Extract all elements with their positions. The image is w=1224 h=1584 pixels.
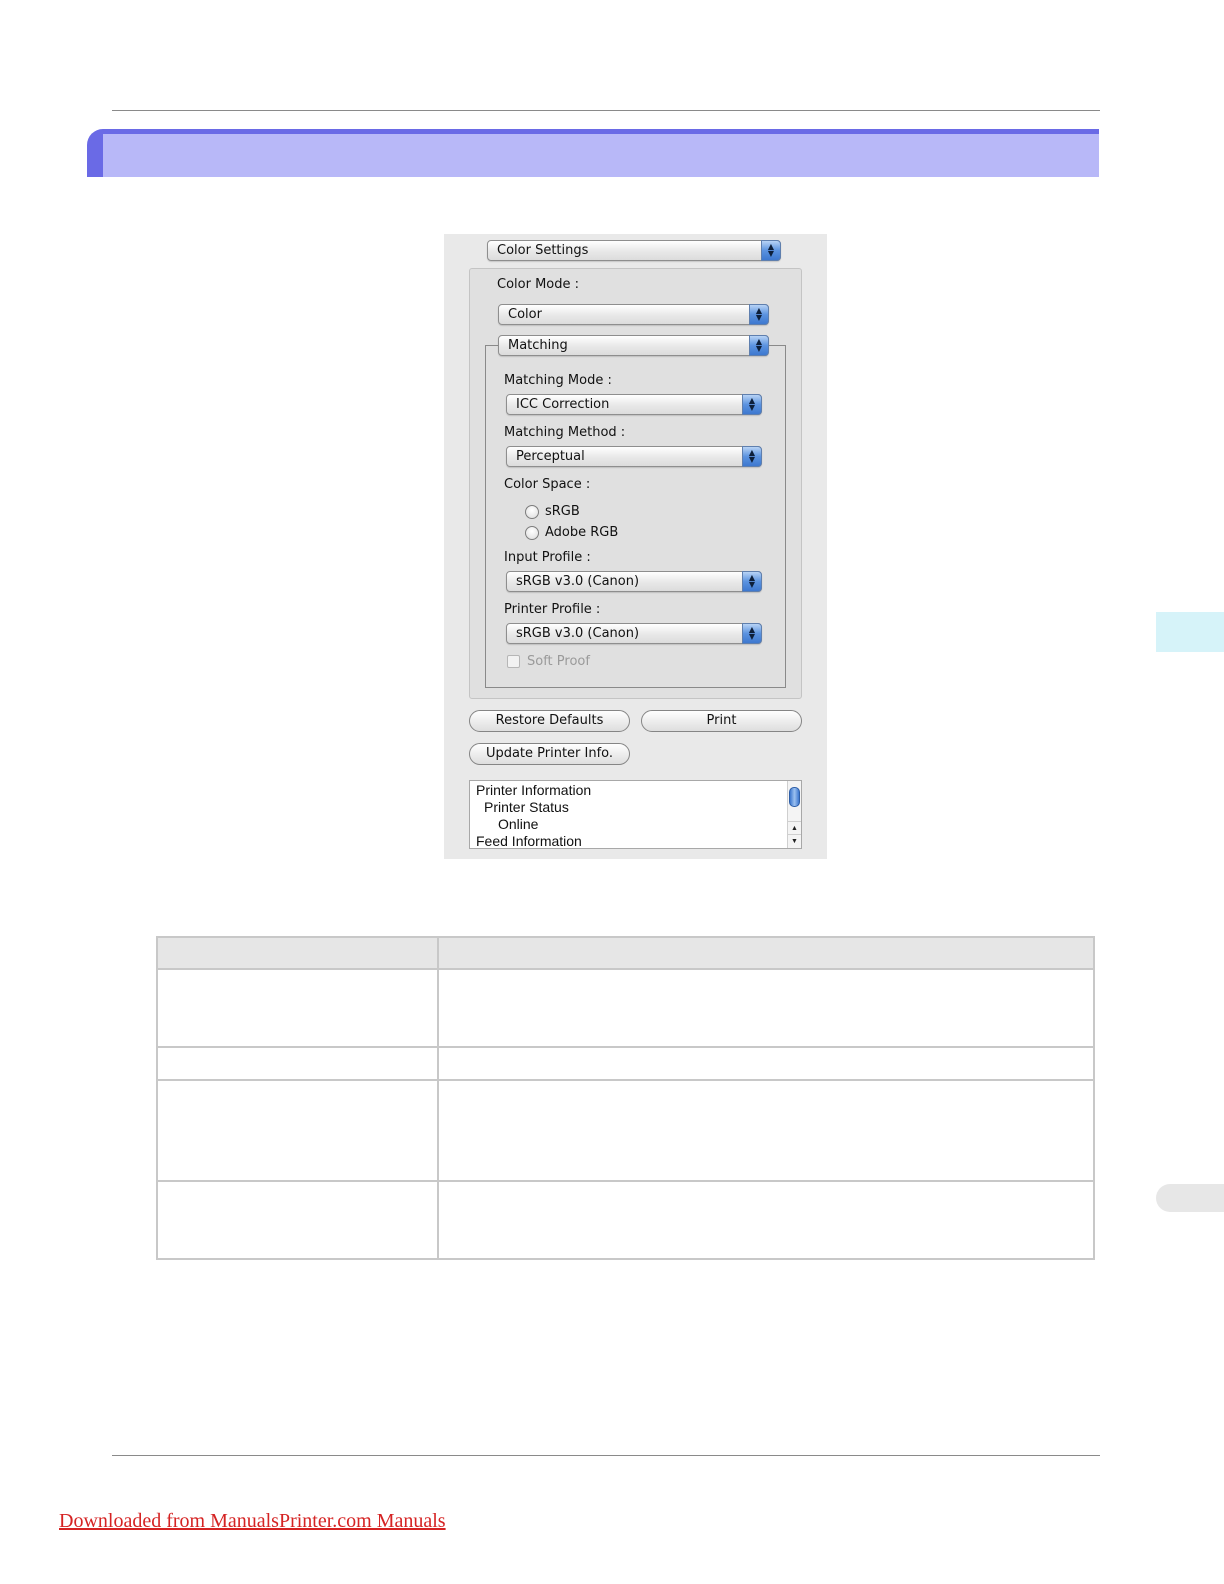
panel-popup[interactable]: Color Settings ▲ ▼ bbox=[487, 240, 781, 261]
printer-info-list[interactable]: Printer Information Printer Status Onlin… bbox=[469, 780, 802, 849]
table-cell bbox=[437, 968, 1095, 1048]
print-button[interactable]: Print bbox=[641, 710, 802, 732]
footer-download-link[interactable]: Downloaded from ManualsPrinter.com Manua… bbox=[59, 1510, 446, 1533]
chapter-side-tab[interactable] bbox=[1156, 612, 1224, 652]
matching-mode-popup[interactable]: ICC Correction ▲ ▼ bbox=[506, 394, 762, 415]
matching-method-popup[interactable]: Perceptual ▲ ▼ bbox=[506, 446, 762, 467]
table-header-cell bbox=[437, 936, 1095, 970]
table-row bbox=[156, 1046, 1095, 1081]
table-row bbox=[156, 968, 1095, 1048]
list-scrollbar[interactable]: ▲ ▼ bbox=[787, 781, 801, 848]
table-header-cell bbox=[156, 936, 439, 970]
settings-table bbox=[156, 936, 1095, 1260]
list-item: Printer Status bbox=[484, 799, 569, 815]
table-cell bbox=[437, 1180, 1095, 1260]
table-row bbox=[156, 1079, 1095, 1182]
table-cell bbox=[437, 1079, 1095, 1182]
matching-mode-value: ICC Correction bbox=[516, 397, 610, 412]
index-side-tab[interactable] bbox=[1156, 1184, 1224, 1212]
section-title-bar bbox=[87, 129, 1099, 177]
update-printer-info-button[interactable]: Update Printer Info. bbox=[469, 743, 630, 765]
srgb-radio[interactable] bbox=[525, 505, 539, 519]
header-rule bbox=[112, 110, 1100, 111]
adobe-rgb-radio[interactable] bbox=[525, 526, 539, 540]
scroll-thumb[interactable] bbox=[789, 787, 800, 807]
popup-arrows-icon: ▲ ▼ bbox=[749, 304, 769, 325]
table-cell bbox=[156, 1079, 439, 1182]
matching-method-value: Perceptual bbox=[516, 449, 585, 464]
table-cell bbox=[156, 1180, 439, 1260]
matching-section-popup[interactable]: Matching ▲ ▼ bbox=[498, 335, 769, 356]
printer-profile-label: Printer Profile : bbox=[504, 602, 601, 617]
srgb-radio-label: sRGB bbox=[545, 504, 580, 519]
input-profile-popup[interactable]: sRGB v3.0 (Canon) ▲ ▼ bbox=[506, 571, 762, 592]
popup-arrows-icon: ▲ ▼ bbox=[742, 571, 762, 592]
list-item: Printer Information bbox=[476, 782, 592, 798]
footer-rule bbox=[112, 1455, 1100, 1456]
table-cell bbox=[437, 1046, 1095, 1081]
color-mode-label: Color Mode : bbox=[497, 277, 580, 292]
table-row bbox=[156, 1180, 1095, 1260]
table-header-row bbox=[156, 936, 1095, 970]
input-profile-value: sRGB v3.0 (Canon) bbox=[516, 574, 640, 589]
color-settings-dialog: Color Settings ▲ ▼ Color Mode : Color ▲ ▼ … bbox=[444, 234, 827, 859]
list-item: Feed Information bbox=[476, 833, 582, 849]
popup-arrows-icon: ▲ ▼ bbox=[761, 240, 781, 261]
matching-mode-label: Matching Mode : bbox=[504, 373, 612, 388]
scroll-down-icon[interactable]: ▼ bbox=[788, 834, 801, 848]
soft-proof-label: Soft Proof bbox=[527, 654, 590, 669]
panel-popup-label: Color Settings bbox=[497, 243, 589, 258]
scroll-up-icon[interactable]: ▲ bbox=[788, 821, 801, 835]
adobe-rgb-radio-label: Adobe RGB bbox=[545, 525, 619, 540]
table-cell bbox=[156, 1046, 439, 1081]
popup-arrows-icon: ▲ ▼ bbox=[742, 623, 762, 644]
color-mode-popup[interactable]: Color ▲ ▼ bbox=[498, 304, 769, 325]
input-profile-label: Input Profile : bbox=[504, 550, 591, 565]
popup-arrows-icon: ▲ ▼ bbox=[742, 446, 762, 467]
list-item: Online bbox=[498, 816, 539, 832]
matching-section-value: Matching bbox=[508, 338, 568, 353]
popup-arrows-icon: ▲ ▼ bbox=[742, 394, 762, 415]
soft-proof-checkbox[interactable] bbox=[507, 655, 520, 668]
table-cell bbox=[156, 968, 439, 1048]
color-mode-value: Color bbox=[508, 307, 542, 322]
popup-arrows-icon: ▲ ▼ bbox=[749, 335, 769, 356]
printer-profile-popup[interactable]: sRGB v3.0 (Canon) ▲ ▼ bbox=[506, 623, 762, 644]
matching-method-label: Matching Method : bbox=[504, 425, 626, 440]
color-space-label: Color Space : bbox=[504, 477, 591, 492]
restore-defaults-button[interactable]: Restore Defaults bbox=[469, 710, 630, 732]
printer-profile-value: sRGB v3.0 (Canon) bbox=[516, 626, 640, 641]
